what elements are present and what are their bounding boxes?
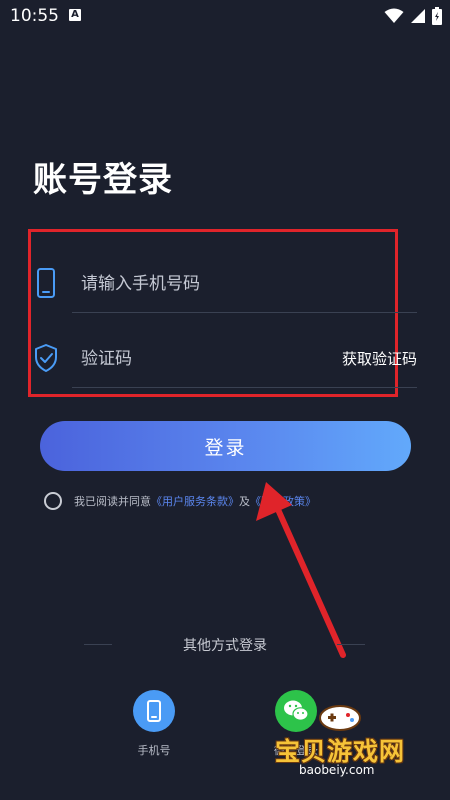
shield-check-icon [35, 344, 57, 372]
terms-link[interactable]: 《用户服务条款》 [151, 493, 239, 509]
red-arrow-annotation [256, 482, 346, 658]
phone-icon [147, 700, 161, 722]
agreement-and: 及 [239, 495, 250, 508]
agreement-row: 我已阅读并同意 《用户服务条款》 及 《隐私政策》 [44, 490, 316, 512]
phone-login-label: 手机号 [137, 744, 171, 757]
battery-icon [432, 7, 442, 25]
phone-underline [72, 312, 417, 313]
page-title: 账号登录 [33, 160, 173, 200]
notification-icon: A [69, 9, 81, 21]
privacy-link[interactable]: 《隐私政策》 [250, 493, 316, 509]
phone-login-button[interactable] [133, 690, 175, 732]
get-code-button[interactable]: 获取验证码 [342, 348, 417, 369]
status-time: 10:55 [10, 6, 59, 26]
phone-input[interactable] [79, 265, 333, 303]
agreement-prefix: 我已阅读并同意 [74, 495, 151, 508]
verification-code-input[interactable] [79, 340, 333, 378]
agree-checkbox[interactable] [44, 492, 62, 510]
mobile-phone-icon [37, 268, 55, 298]
status-icons [384, 7, 442, 25]
phone-field-row [32, 253, 417, 313]
other-login-title: 其他方式登录 [183, 638, 267, 654]
gamepad-icon [319, 705, 361, 731]
wifi-icon [384, 8, 404, 23]
watermark: 宝贝游戏网 baobeiy.com [275, 700, 425, 780]
login-button[interactable]: 登录 [40, 421, 411, 471]
signal-icon [411, 9, 425, 23]
code-field-row: 获取验证码 [32, 328, 417, 388]
code-underline [72, 387, 417, 388]
watermark-url: baobeiy.com [299, 763, 375, 777]
status-bar: 10:55 A [0, 0, 450, 32]
